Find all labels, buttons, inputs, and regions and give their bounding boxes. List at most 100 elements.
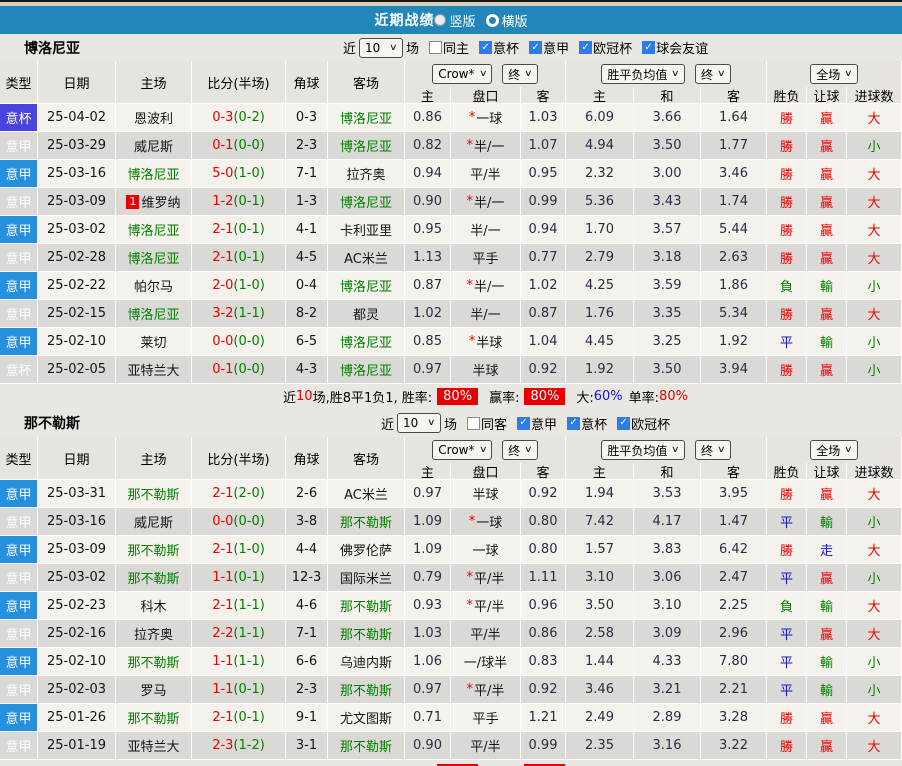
avg-odds-select[interactable]: 胜平负均值∨ — [601, 440, 685, 460]
scope-select[interactable]: 全场∨ — [810, 64, 858, 84]
final-odds-select-1[interactable]: 终∨ — [502, 64, 538, 84]
result-cell: 勝 — [767, 104, 807, 132]
avg-home-cell: 2.58 — [566, 620, 634, 648]
scope-select-group: 全场∨ — [767, 437, 902, 463]
check-icon: ✓ — [531, 43, 539, 53]
league-badge: 意甲 — [0, 244, 38, 272]
table-row: 意甲25-02-22帕尔马2-0(1-0)0-4博洛尼亚0.87*半/一1.02… — [0, 272, 902, 300]
fulltime-score: 2-2 — [212, 626, 233, 641]
avg-odds-select[interactable]: 胜平负均值∨ — [601, 64, 685, 84]
home-team-name: 恩波利 — [134, 108, 173, 127]
competition-checkbox-0[interactable]: ✓ — [479, 41, 492, 54]
handicap-value: 一球 — [476, 108, 502, 127]
league-badge: 意甲 — [0, 536, 38, 564]
radio-label-horizontal[interactable]: 横版 — [502, 11, 528, 30]
subcol-header-away-odds: 客 — [521, 463, 566, 479]
competition-checkbox-1[interactable]: ✓ — [529, 41, 542, 54]
result-cell: 勝 — [767, 216, 807, 244]
avg-home-cell: 3.46 — [566, 676, 634, 704]
date-cell: 25-02-15 — [38, 300, 116, 328]
halftime-score: (0-1) — [233, 682, 264, 697]
goals-cell: 大 — [847, 104, 902, 132]
match-count-select[interactable]: 10∨ — [397, 413, 441, 433]
same-venue-checkbox[interactable] — [429, 41, 442, 54]
home-team-cell: 博洛尼亚 — [116, 216, 192, 244]
radio-selected-icon[interactable] — [434, 14, 446, 26]
final-odds-select-1-label: 终 — [508, 442, 520, 459]
subcol-header-handicap: 盘口 — [451, 87, 521, 103]
goals-cell: 小 — [847, 356, 902, 384]
final-odds-select-2[interactable]: 终∨ — [695, 440, 731, 460]
result-cell: 勝 — [767, 356, 807, 384]
corner-cell: 2-3 — [286, 676, 328, 704]
chevron-down-icon: ∨ — [671, 445, 680, 455]
corner-cell: 2-6 — [286, 480, 328, 508]
away-odds-cell: 1.04 — [521, 328, 566, 356]
away-team-cell: 博洛尼亚 — [328, 328, 405, 356]
date-cell: 25-03-02 — [38, 564, 116, 592]
handicap-result-cell: 走 — [807, 536, 847, 564]
subcol-header-result: 胜负 — [767, 463, 807, 479]
competition-checkbox-0[interactable]: ✓ — [517, 417, 530, 430]
goals-cell: 大 — [847, 300, 902, 328]
titlebar: 近期战绩 竖版 横版 — [0, 6, 902, 34]
handicap-value: 一/球半 — [464, 652, 507, 671]
summary-prefix: 近 — [283, 387, 296, 406]
competition-checkbox-1[interactable]: ✓ — [567, 417, 580, 430]
avg-away-cell: 6.42 — [701, 536, 767, 564]
final-odds-select-2[interactable]: 终∨ — [695, 64, 731, 84]
result-cell: 負 — [767, 272, 807, 300]
scope-select-label: 全场 — [816, 442, 840, 459]
score-cell: 2-1(1-1) — [192, 592, 286, 620]
score-cell: 2-3(1-2) — [192, 732, 286, 760]
corner-cell: 4-6 — [286, 592, 328, 620]
recent-results-page: 近期战绩 竖版 横版 博洛尼亚近10∨场同主✓意杯✓意甲✓欧冠杯✓球会友谊类型日… — [0, 0, 902, 766]
scope-select[interactable]: 全场∨ — [810, 440, 858, 460]
subcol-header-away-odds: 客 — [521, 87, 566, 103]
handicap-cell: *半/一 — [451, 132, 521, 160]
away-team-cell: 卡利亚里 — [328, 216, 405, 244]
away-team-name: 佛罗伦萨 — [340, 540, 392, 559]
handicap-cell: 平手 — [451, 704, 521, 732]
away-odds-cell: 0.92 — [521, 676, 566, 704]
handicap-cell: 半球 — [451, 356, 521, 384]
radio-unselected-icon[interactable] — [486, 14, 499, 27]
avg-home-cell: 5.36 — [566, 188, 634, 216]
home-team-cell: 亚特兰大 — [116, 356, 192, 384]
match-count-select[interactable]: 10∨ — [359, 38, 403, 58]
score-cell: 0-3(0-2) — [192, 104, 286, 132]
competition-checkbox-3[interactable]: ✓ — [642, 41, 655, 54]
competition-checkbox-2[interactable]: ✓ — [579, 41, 592, 54]
match-count-select-label: 10 — [403, 416, 418, 430]
avg-select-group: 胜平负均值∨ 终∨ — [566, 437, 767, 463]
radio-label-vertical[interactable]: 竖版 — [449, 11, 475, 30]
col-header-date: 日期 — [38, 437, 116, 479]
odds-company-select[interactable]: Crow*∨ — [432, 440, 492, 460]
away-team-name: AC米兰 — [344, 484, 388, 503]
odds-company-select-label: Crow* — [438, 67, 474, 81]
goals-cell: 小 — [847, 508, 902, 536]
goals-cell: 小 — [847, 328, 902, 356]
away-odds-cell: 0.92 — [521, 480, 566, 508]
avg-away-cell: 2.25 — [701, 592, 767, 620]
home-team-name: 博洛尼亚 — [127, 220, 179, 239]
handicap-result-cell: 贏 — [807, 244, 847, 272]
date-cell: 25-01-26 — [38, 704, 116, 732]
avg-home-cell: 2.32 — [566, 160, 634, 188]
chevron-down-icon: ∨ — [671, 69, 680, 79]
final-odds-select-1[interactable]: 终∨ — [502, 440, 538, 460]
home-odds-cell: 0.82 — [405, 132, 451, 160]
avg-draw-cell: 3.50 — [634, 132, 701, 160]
handicap-cell: *一球 — [451, 508, 521, 536]
home-team-name: 那不勒斯 — [127, 484, 179, 503]
away-odds-cell: 0.77 — [521, 244, 566, 272]
odds-company-select[interactable]: Crow*∨ — [432, 64, 492, 84]
halftime-score: (0-2) — [233, 110, 264, 125]
score-cell: 1-2(0-1) — [192, 188, 286, 216]
competition-checkbox-2[interactable]: ✓ — [617, 417, 630, 430]
col-header-home: 主场 — [116, 437, 192, 479]
handicap-cell: *半球 — [451, 328, 521, 356]
same-venue-checkbox[interactable] — [467, 417, 480, 430]
team-title: 那不勒斯 — [24, 413, 80, 433]
competition-label-1: 意甲 — [543, 38, 569, 57]
